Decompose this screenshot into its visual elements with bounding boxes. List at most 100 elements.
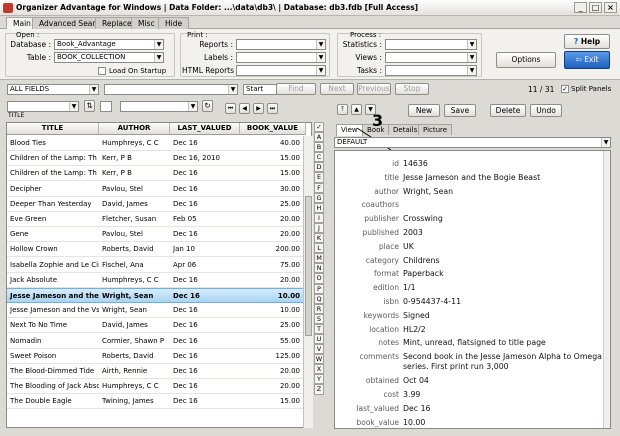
alpha-index-m[interactable]: M: [314, 253, 324, 264]
previous-button[interactable]: Previous: [357, 83, 391, 95]
field-value-format[interactable]: Paperback: [403, 269, 603, 279]
table-row[interactable]: Deeper Than Yesterday David, James Dec 16 2…: [7, 197, 305, 212]
split-panels-checkbox[interactable]: ✓: [561, 85, 569, 93]
next-button[interactable]: Next: [320, 83, 354, 95]
statistics-select[interactable]: ▼: [385, 39, 477, 50]
alpha-index-a[interactable]: A: [314, 132, 324, 143]
alpha-index-r[interactable]: R: [314, 303, 324, 314]
field-value-isbn[interactable]: 0-954437-4-11: [403, 297, 603, 307]
column-header-title[interactable]: TITLE: [7, 123, 99, 135]
help-button[interactable]: ? Help: [564, 34, 610, 49]
field-value-comments[interactable]: Second book in the Jesse Jameson Alpha t…: [403, 352, 603, 372]
search-input[interactable]: ▼: [104, 84, 238, 95]
field-value-author[interactable]: Wright, Sean: [403, 187, 603, 197]
field-value-id[interactable]: 14636: [403, 159, 603, 169]
table-select[interactable]: BOOK_COLLECTION ▼: [54, 52, 164, 63]
labels-select[interactable]: ▼: [236, 52, 326, 63]
field-value-keywords[interactable]: Signed: [403, 311, 603, 321]
field-value-published[interactable]: 2003: [403, 228, 603, 238]
table-row[interactable]: Children of the Lamp: Th Kerr, P B Dec 16,…: [7, 151, 305, 167]
move-top-icon[interactable]: ⤒: [337, 104, 348, 115]
html-reports-select[interactable]: ▼: [236, 65, 326, 76]
filter-value-input[interactable]: [100, 101, 112, 112]
table-row[interactable]: Nomadin Cormier, Shawn P Dec 16 55.00: [7, 334, 305, 349]
alpha-index-h[interactable]: H: [314, 202, 324, 213]
find-button[interactable]: Find: [276, 83, 316, 95]
table-row[interactable]: Gene Pavlou, Stel Dec 16 20.00: [7, 227, 305, 243]
table-row[interactable]: Hollow Crown Roberts, David Jan 10 200.00: [7, 242, 305, 258]
alpha-index-f[interactable]: F: [314, 182, 324, 193]
alpha-index-y[interactable]: Y: [314, 374, 324, 385]
options-button[interactable]: Options: [496, 52, 556, 68]
alpha-index-t[interactable]: T: [314, 323, 324, 334]
alpha-index-w[interactable]: W: [314, 354, 324, 365]
select-all-icon[interactable]: ✓: [314, 122, 324, 133]
new-button[interactable]: New: [408, 104, 440, 117]
field-select[interactable]: ALL FIELDS ▼: [7, 84, 99, 95]
field-value-publisher[interactable]: Crosswing: [403, 214, 603, 224]
column-header-book-value[interactable]: BOOK_VALUE: [240, 123, 306, 135]
table-row[interactable]: The Double Eagle Twining, James Dec 16 15.0…: [7, 394, 305, 410]
scrollbar-thumb[interactable]: [305, 196, 312, 336]
alpha-index-g[interactable]: G: [314, 192, 324, 203]
tab-picture[interactable]: Picture: [418, 124, 453, 135]
tasks-select[interactable]: ▼: [385, 65, 477, 76]
table-row[interactable]: Blood Ties Humphreys, C C Dec 16 40.00: [7, 136, 305, 151]
load-on-startup-checkbox[interactable]: [98, 67, 106, 75]
title-filter-select[interactable]: ▼: [7, 101, 79, 112]
last-record-icon[interactable]: ⏭: [267, 103, 278, 114]
alpha-index-l[interactable]: L: [314, 243, 324, 254]
database-select[interactable]: Book_Advantage ▼: [54, 39, 164, 50]
prev-record-icon[interactable]: ◀: [239, 103, 250, 114]
stop-button[interactable]: Stop: [395, 83, 429, 95]
alpha-index-e[interactable]: E: [314, 172, 324, 183]
field-value-notes[interactable]: Mint, unread, flatsigned to title page: [403, 338, 603, 348]
alpha-index-s[interactable]: S: [314, 313, 324, 324]
exit-button[interactable]: ⇦ Exit: [564, 51, 610, 69]
views-select[interactable]: ▼: [385, 52, 477, 63]
table-row[interactable]: Jack Absolute Humphreys, C C Dec 16 20.00: [7, 273, 305, 288]
field-value-place[interactable]: UK: [403, 242, 603, 252]
table-row[interactable]: Isabella Zophie and Le Cir Fischel, Ana Ap…: [7, 258, 305, 273]
field-value-location[interactable]: HL2/2: [403, 325, 603, 335]
alpha-index-n[interactable]: N: [314, 263, 324, 274]
field-value-title[interactable]: Jesse Jameson and the Bogie Beast: [403, 173, 603, 183]
next-record-icon[interactable]: ▶: [253, 103, 264, 114]
view-select[interactable]: DEFAULT ▼: [334, 137, 611, 148]
move-up-icon[interactable]: ▲: [351, 104, 362, 115]
reports-select[interactable]: ▼: [236, 39, 326, 50]
tab-misc[interactable]: Misc: [131, 17, 162, 29]
field-value-last-valued[interactable]: Dec 16: [403, 404, 603, 414]
alpha-index-d[interactable]: D: [314, 162, 324, 173]
table-row[interactable]: Eve Green Fletcher, Susan Feb 05 20.00: [7, 212, 305, 227]
maximize-button[interactable]: □: [589, 2, 602, 13]
alpha-index-i[interactable]: I: [314, 212, 324, 223]
table-row[interactable]: The Blooding of Jack Abso Humphreys, C C D…: [7, 379, 305, 395]
table-row[interactable]: The Blood-Dimmed Tide Airth, Rennie Dec 16…: [7, 364, 305, 379]
close-button[interactable]: ×: [604, 2, 617, 13]
undo-button[interactable]: Undo: [530, 104, 562, 117]
alpha-index-x[interactable]: X: [314, 364, 324, 375]
alpha-index-j[interactable]: J: [314, 222, 324, 234]
detail-scrollbar[interactable]: [603, 151, 610, 428]
table-row[interactable]: Sweet Poison Roberts, David Dec 16 125.00: [7, 349, 305, 364]
first-record-icon[interactable]: ⏮: [225, 103, 236, 114]
alpha-index-o[interactable]: O: [314, 273, 324, 284]
field-value-category[interactable]: Childrens: [403, 256, 603, 266]
second-filter-select[interactable]: ▼: [120, 101, 198, 112]
minimize-button[interactable]: _: [574, 2, 587, 13]
table-row[interactable]: Decipher Pavlou, Stel Dec 16 30.00: [7, 182, 305, 197]
sort-icon[interactable]: ⇅: [84, 100, 95, 112]
alpha-index-p[interactable]: P: [314, 283, 324, 294]
alpha-index-v[interactable]: V: [314, 344, 324, 355]
field-value-edition[interactable]: 1/1: [403, 283, 603, 293]
table-row[interactable]: Next To No Time David, James Dec 16 25.00: [7, 318, 305, 334]
delete-button[interactable]: Delete: [490, 104, 526, 117]
field-value-obtained[interactable]: Oct 04: [403, 376, 603, 386]
alpha-index-u[interactable]: U: [314, 333, 324, 345]
save-button[interactable]: Save: [444, 104, 476, 117]
column-header-last-valued[interactable]: LAST_VALUED: [170, 123, 240, 135]
table-row[interactable]: Children of the Lamp: Th Kerr, P B Dec 16 1…: [7, 166, 305, 182]
field-value-book-value[interactable]: 10.00: [403, 418, 603, 428]
column-header-author[interactable]: AUTHOR: [99, 123, 170, 135]
